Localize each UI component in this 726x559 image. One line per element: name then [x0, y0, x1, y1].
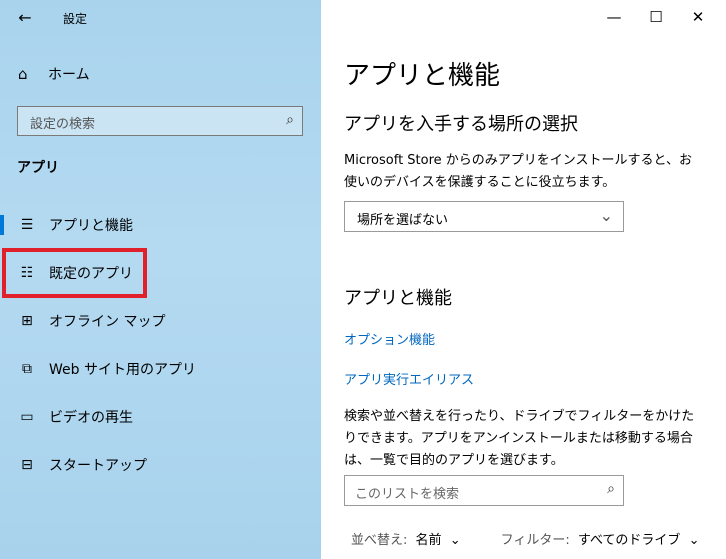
sort-label: 並べ替え: — [351, 533, 408, 548]
sidebar-item-label: スタートアップ — [49, 458, 147, 474]
filter-value: すべてのドライブ — [577, 533, 681, 548]
install-section-heading: アプリを入手する場所の選択 — [344, 114, 578, 135]
search-icon: ⌕ — [286, 112, 294, 128]
sidebar-item-startup[interactable]: ⊟ スタートアップ — [0, 443, 321, 487]
chevron-down-icon: ⌄ — [449, 533, 461, 548]
sidebar-item-label: Web サイト用のアプリ — [49, 362, 196, 378]
chevron-down-icon: ⌄ — [599, 206, 613, 225]
home-label: ホーム — [48, 67, 90, 83]
search-placeholder: 設定の検索 — [30, 117, 96, 132]
page-title: アプリと機能 — [344, 61, 501, 91]
main-content: — ☐ ✕ アプリと機能 アプリを入手する場所の選択 Microsoft Sto… — [321, 0, 726, 559]
maximize-icon: ☐ — [649, 8, 663, 26]
close-icon: ✕ — [691, 8, 705, 26]
sidebar-item-apps-features[interactable]: ☰ アプリと機能 — [0, 203, 321, 247]
sidebar: ← 設定 ⌂ ホーム 設定の検索 ⌕ アプリ ☰ アプリと機能 ☷ 既定のアプリ… — [0, 0, 321, 559]
maximize-button[interactable]: ☐ — [633, 0, 679, 34]
sidebar-item-label: アプリと機能 — [49, 218, 133, 234]
sidebar-item-video-playback[interactable]: ▭ ビデオの再生 — [0, 395, 321, 439]
sort-filter-row: 並べ替え: 名前 ⌄ フィルター: すべてのドライブ ⌄ — [351, 529, 703, 548]
minimize-button[interactable]: — — [591, 0, 637, 34]
search-placeholder: このリストを検索 — [355, 487, 460, 502]
minimize-icon: — — [606, 8, 622, 26]
sort-value: 名前 — [415, 533, 442, 548]
map-icon: ⊞ — [21, 313, 33, 329]
section-label: アプリ — [17, 160, 59, 176]
sidebar-item-offline-maps[interactable]: ⊞ オフライン マップ — [0, 299, 321, 343]
sidebar-item-label: オフライン マップ — [49, 314, 166, 330]
window-title: 設定 — [63, 12, 88, 26]
app-aliases-link[interactable]: アプリ実行エイリアス — [344, 369, 474, 388]
dropdown-value: 場所を選ばない — [357, 213, 449, 228]
filter-label: フィルター: — [500, 533, 570, 548]
install-description: Microsoft Store からのみアプリをインストールすると、お使いのデバ… — [344, 153, 693, 190]
highlight-box — [2, 248, 147, 298]
title-bar: ← 設定 — [0, 0, 321, 34]
video-icon: ▭ — [20, 409, 34, 425]
home-link[interactable]: ⌂ ホーム — [18, 63, 90, 85]
features-description: 検索や並べ替えを行ったり、ドライブでフィルターをかけたりできます。アプリをアンイ… — [344, 409, 695, 468]
features-section-heading: アプリと機能 — [344, 288, 452, 309]
back-arrow-icon: ← — [18, 8, 32, 27]
install-source-dropdown[interactable]: 場所を選ばない ⌄ — [344, 201, 624, 232]
web-apps-icon: ⧉ — [22, 361, 32, 377]
chevron-down-icon: ⌄ — [688, 533, 700, 548]
settings-search-input[interactable]: 設定の検索 ⌕ — [17, 106, 303, 136]
startup-icon: ⊟ — [21, 457, 33, 473]
list-icon: ☰ — [20, 217, 34, 233]
sidebar-item-web-apps[interactable]: ⧉ Web サイト用のアプリ — [0, 347, 321, 391]
sort-dropdown[interactable]: 並べ替え: 名前 ⌄ — [351, 529, 465, 548]
back-button[interactable]: ← — [14, 7, 36, 29]
home-icon: ⌂ — [18, 65, 28, 83]
list-search-input[interactable]: このリストを検索 ⌕ — [344, 475, 624, 506]
close-button[interactable]: ✕ — [675, 0, 721, 34]
optional-features-link[interactable]: オプション機能 — [344, 329, 435, 348]
filter-dropdown[interactable]: フィルター: すべてのドライブ ⌄ — [501, 529, 704, 548]
sidebar-item-label: ビデオの再生 — [49, 410, 133, 426]
search-icon: ⌕ — [607, 481, 615, 497]
